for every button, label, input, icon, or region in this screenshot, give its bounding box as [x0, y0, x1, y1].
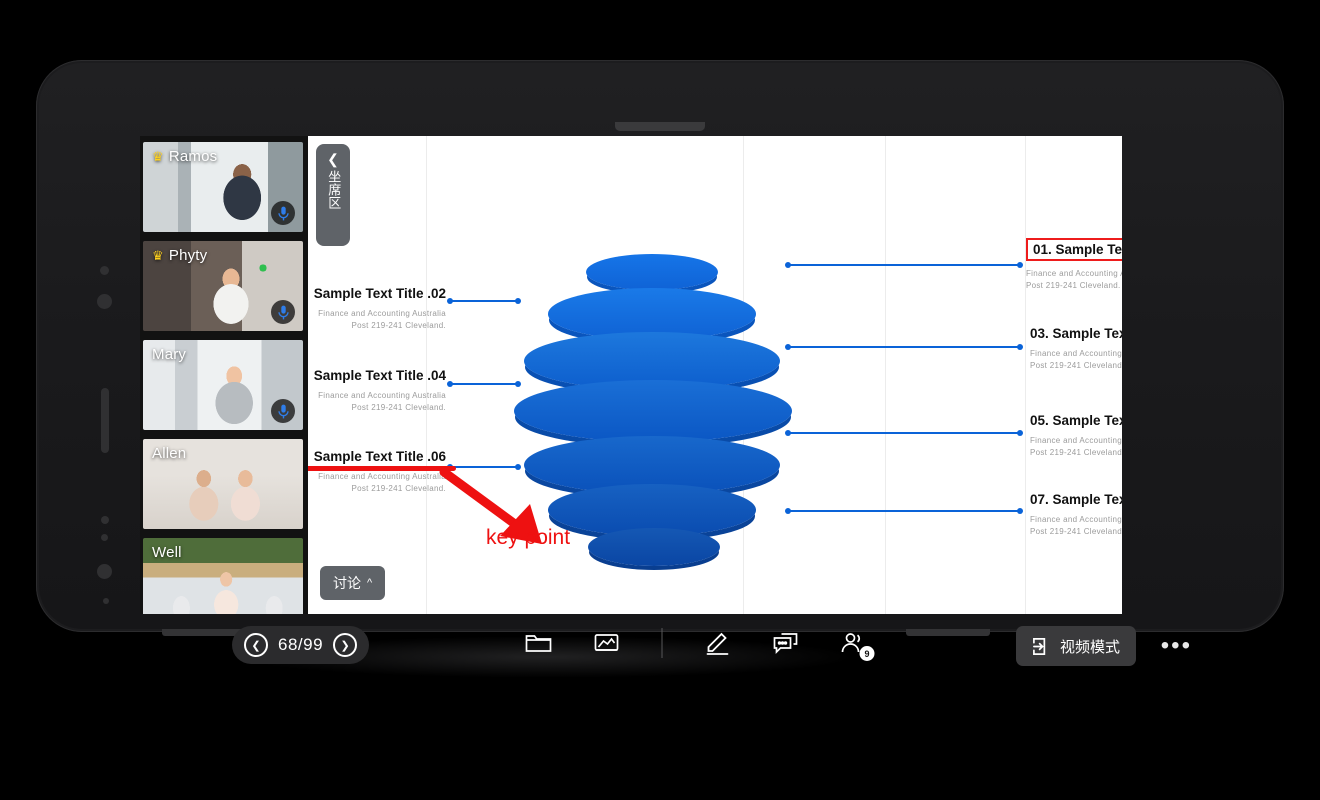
mic-icon[interactable]: [271, 399, 295, 423]
slide-label-right-03: 03. Sample Text Title Finance and Accoun…: [1030, 326, 1122, 372]
participant-name-row: Mary: [152, 346, 186, 363]
connector-line-right-01: [785, 262, 1023, 268]
chat-button[interactable]: [769, 626, 803, 660]
sensor-dot-c: [103, 598, 109, 604]
camera-dot-large-top: [97, 294, 112, 309]
toolbar-divider: [661, 628, 663, 658]
participants-count-badge: 9: [859, 646, 875, 661]
earpiece-speaker: [615, 122, 705, 131]
mic-icon[interactable]: [271, 300, 295, 324]
annotation-key-point-text: key point: [486, 526, 571, 549]
discussion-label: 讨论: [333, 575, 361, 591]
connector-line-right-03: [785, 344, 1023, 350]
sphere-disc-7: [588, 528, 720, 566]
side-speaker-bar: [101, 388, 109, 453]
slide-label-body: Finance and Accounting Australia Post 21…: [1026, 269, 1122, 290]
participant-tile-mary[interactable]: Mary: [143, 340, 303, 430]
sensor-dot-a: [101, 516, 109, 524]
page-navigator[interactable]: ❮ 68/99 ❯: [232, 626, 370, 664]
participant-name: Allen: [152, 445, 187, 462]
connector-line-left-04: [447, 381, 521, 387]
camera-dot-bottom: [97, 564, 112, 579]
camera-dot-small-top: [100, 266, 109, 275]
slide-label-right-01: 01. Sample Text Title Finance and Accoun…: [1026, 238, 1122, 292]
phone-screen: Sample Text Title .02 Finance and Accoun…: [140, 136, 1122, 614]
participants-rail[interactable]: ♛ Ramos ♛ Phyty Mary Allen Well: [140, 136, 308, 614]
more-options-button[interactable]: •••: [1161, 634, 1192, 658]
participant-tile-phyty[interactable]: ♛ Phyty: [143, 241, 303, 331]
participant-tile-allen[interactable]: Allen: [143, 439, 303, 529]
phone-device-frame: Sample Text Title .02 Finance and Accoun…: [36, 60, 1284, 666]
slide-label-body: Finance and Accounting Australia Post 21…: [1030, 515, 1122, 536]
mic-icon[interactable]: [271, 201, 295, 225]
shared-slide-canvas[interactable]: Sample Text Title .02 Finance and Accoun…: [298, 136, 1122, 614]
seat-area-label: 坐席区: [326, 170, 342, 209]
participant-name: Mary: [152, 346, 187, 363]
participant-name-row: Well: [152, 544, 182, 561]
slide-label-title: 03. Sample Text Title: [1030, 326, 1122, 341]
folder-icon: [525, 635, 552, 652]
participants-button[interactable]: 9: [837, 626, 875, 661]
slide-label-title: 07. Sample Text Title: [1030, 492, 1122, 507]
seat-area-toggle[interactable]: ❮ 坐席区: [316, 144, 350, 246]
enter-arrow-icon: [1033, 637, 1046, 655]
participant-name: Phyty: [168, 247, 208, 264]
participant-name: Ramos: [168, 148, 218, 165]
bottom-toolbar: ❮ 68/99 ❯ 9 视频模式 •••: [140, 614, 1252, 692]
participant-name-row: ♛ Phyty: [152, 247, 207, 264]
sphere-disc-4: [514, 380, 792, 442]
sphere-disc-1: [586, 254, 718, 290]
files-folder-button[interactable]: [522, 626, 556, 660]
host-crown-icon: ♛: [152, 248, 164, 263]
discussion-button[interactable]: 讨论 ^: [320, 566, 386, 600]
video-mode-button[interactable]: 视频模式: [1015, 626, 1136, 666]
chevron-left-icon: ❮: [327, 151, 339, 167]
chevron-up-icon: ^: [367, 577, 373, 589]
connector-line-right-05: [785, 430, 1023, 436]
slide-label-body: Finance and Accounting Australia Post 21…: [1030, 436, 1122, 457]
page-indicator: 68/99: [278, 635, 324, 654]
screen-icon: [594, 634, 619, 651]
participant-name: Well: [152, 544, 182, 561]
slide-label-title: 01. Sample Text Title: [1026, 238, 1122, 261]
annotate-pen-button[interactable]: [701, 626, 735, 660]
annotation-underline-stroke: [298, 466, 456, 471]
tool-cluster: 9: [522, 626, 875, 661]
host-crown-icon: ♛: [152, 149, 164, 164]
participant-tile-ramos[interactable]: ♛ Ramos: [143, 142, 303, 232]
slide-label-title: 05. Sample Text Title: [1030, 413, 1122, 428]
prev-page-button[interactable]: ❮: [244, 633, 268, 657]
participant-tile-well[interactable]: Well: [143, 538, 303, 614]
annotation-arrow-icon: [439, 467, 542, 544]
sensor-dot-b: [101, 534, 108, 541]
participant-name-row: ♛ Ramos: [152, 148, 217, 165]
next-page-button[interactable]: ❯: [333, 633, 358, 657]
slide-label-right-05: 05. Sample Text Title Finance and Accoun…: [1030, 413, 1122, 459]
slide-label-right-07: 07. Sample Text Title Finance and Accoun…: [1030, 492, 1122, 538]
connector-line-right-07: [785, 508, 1023, 514]
video-mode-label: 视频模式: [1059, 638, 1120, 656]
pen-icon: [706, 632, 729, 655]
screenshot-root: Sample Text Title .02 Finance and Accoun…: [0, 0, 1320, 800]
participant-name-row: Allen: [152, 445, 186, 462]
screen-share-button[interactable]: [590, 626, 624, 660]
chat-bubble-icon: [773, 633, 798, 655]
slide-label-body: Finance and Accounting Australia Post 21…: [1030, 349, 1122, 370]
connector-line-left-02: [447, 298, 521, 304]
